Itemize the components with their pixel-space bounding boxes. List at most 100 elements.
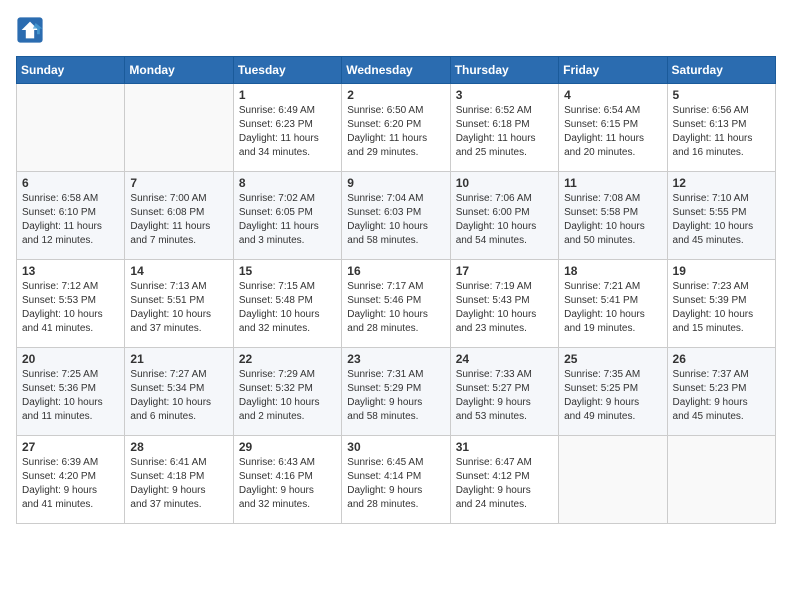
calendar-day-cell bbox=[559, 436, 667, 524]
day-number: 16 bbox=[347, 264, 444, 278]
day-detail: Sunrise: 7:00 AM Sunset: 6:08 PM Dayligh… bbox=[130, 192, 227, 248]
weekday-header: Saturday bbox=[667, 57, 775, 84]
day-detail: Sunrise: 7:17 AM Sunset: 5:46 PM Dayligh… bbox=[347, 280, 444, 336]
calendar-day-cell: 27 Sunrise: 6:39 AM Sunset: 4:20 PM Dayli… bbox=[17, 436, 125, 524]
day-number: 29 bbox=[239, 440, 336, 454]
day-number: 19 bbox=[673, 264, 770, 278]
day-detail: Sunrise: 6:39 AM Sunset: 4:20 PM Dayligh… bbox=[22, 456, 119, 512]
day-detail: Sunrise: 7:10 AM Sunset: 5:55 PM Dayligh… bbox=[673, 192, 770, 248]
day-detail: Sunrise: 7:31 AM Sunset: 5:29 PM Dayligh… bbox=[347, 368, 444, 424]
day-number: 6 bbox=[22, 176, 119, 190]
day-number: 7 bbox=[130, 176, 227, 190]
day-number: 30 bbox=[347, 440, 444, 454]
calendar-week-row: 6Sunrise: 6:58 AM Sunset: 6:10 PM Daylig… bbox=[17, 172, 776, 260]
day-detail: Sunrise: 7:29 AM Sunset: 5:32 PM Dayligh… bbox=[239, 368, 336, 424]
calendar-day-cell: 9 Sunrise: 7:04 AM Sunset: 6:03 PM Daylig… bbox=[342, 172, 450, 260]
day-detail: Sunrise: 6:43 AM Sunset: 4:16 PM Dayligh… bbox=[239, 456, 336, 512]
calendar-week-row: 1 Sunrise: 6:49 AM Sunset: 6:23 PM Daylig… bbox=[17, 84, 776, 172]
calendar-day-cell: 5 Sunrise: 6:56 AM Sunset: 6:13 PM Daylig… bbox=[667, 84, 775, 172]
day-number: 31 bbox=[456, 440, 553, 454]
calendar-day-cell: 14 Sunrise: 7:13 AM Sunset: 5:51 PM Dayli… bbox=[125, 260, 233, 348]
day-detail: Sunrise: 6:50 AM Sunset: 6:20 PM Dayligh… bbox=[347, 104, 444, 160]
calendar-week-row: 20 Sunrise: 7:25 AM Sunset: 5:36 PM Dayli… bbox=[17, 348, 776, 436]
page-header bbox=[16, 16, 776, 44]
calendar-day-cell: 31 Sunrise: 6:47 AM Sunset: 4:12 PM Dayli… bbox=[450, 436, 558, 524]
calendar-table: SundayMondayTuesdayWednesdayThursdayFrid… bbox=[16, 56, 776, 524]
day-detail: Sunrise: 7:06 AM Sunset: 6:00 PM Dayligh… bbox=[456, 192, 553, 248]
calendar-day-cell: 18 Sunrise: 7:21 AM Sunset: 5:41 PM Dayli… bbox=[559, 260, 667, 348]
day-detail: Sunrise: 7:25 AM Sunset: 5:36 PM Dayligh… bbox=[22, 368, 119, 424]
day-number: 9 bbox=[347, 176, 444, 190]
day-detail: Sunrise: 7:13 AM Sunset: 5:51 PM Dayligh… bbox=[130, 280, 227, 336]
day-detail: Sunrise: 6:45 AM Sunset: 4:14 PM Dayligh… bbox=[347, 456, 444, 512]
calendar-day-cell: 21Sunrise: 7:27 AM Sunset: 5:34 PM Dayli… bbox=[125, 348, 233, 436]
calendar-day-cell: 30 Sunrise: 6:45 AM Sunset: 4:14 PM Dayli… bbox=[342, 436, 450, 524]
day-number: 8 bbox=[239, 176, 336, 190]
calendar-day-cell: 29 Sunrise: 6:43 AM Sunset: 4:16 PM Dayli… bbox=[233, 436, 341, 524]
day-detail: Sunrise: 6:56 AM Sunset: 6:13 PM Dayligh… bbox=[673, 104, 770, 160]
weekday-header: Wednesday bbox=[342, 57, 450, 84]
weekday-header: Thursday bbox=[450, 57, 558, 84]
day-detail: Sunrise: 7:02 AM Sunset: 6:05 PM Dayligh… bbox=[239, 192, 336, 248]
day-number: 15 bbox=[239, 264, 336, 278]
day-detail: Sunrise: 6:52 AM Sunset: 6:18 PM Dayligh… bbox=[456, 104, 553, 160]
calendar-day-cell: 25 Sunrise: 7:35 AM Sunset: 5:25 PM Dayli… bbox=[559, 348, 667, 436]
day-number: 14 bbox=[130, 264, 227, 278]
weekday-header: Tuesday bbox=[233, 57, 341, 84]
calendar-day-cell bbox=[667, 436, 775, 524]
day-detail: Sunrise: 7:23 AM Sunset: 5:39 PM Dayligh… bbox=[673, 280, 770, 336]
day-number: 1 bbox=[239, 88, 336, 102]
day-detail: Sunrise: 7:15 AM Sunset: 5:48 PM Dayligh… bbox=[239, 280, 336, 336]
calendar-day-cell: 24Sunrise: 7:33 AM Sunset: 5:27 PM Dayli… bbox=[450, 348, 558, 436]
day-detail: Sunrise: 6:47 AM Sunset: 4:12 PM Dayligh… bbox=[456, 456, 553, 512]
calendar-day-cell: 22Sunrise: 7:29 AM Sunset: 5:32 PM Dayli… bbox=[233, 348, 341, 436]
day-number: 27 bbox=[22, 440, 119, 454]
calendar-day-cell: 20 Sunrise: 7:25 AM Sunset: 5:36 PM Dayli… bbox=[17, 348, 125, 436]
calendar-day-cell: 10Sunrise: 7:06 AM Sunset: 6:00 PM Dayli… bbox=[450, 172, 558, 260]
day-number: 3 bbox=[456, 88, 553, 102]
day-number: 12 bbox=[673, 176, 770, 190]
day-detail: Sunrise: 7:19 AM Sunset: 5:43 PM Dayligh… bbox=[456, 280, 553, 336]
calendar-day-cell: 16 Sunrise: 7:17 AM Sunset: 5:46 PM Dayli… bbox=[342, 260, 450, 348]
day-number: 17 bbox=[456, 264, 553, 278]
calendar-day-cell: 1 Sunrise: 6:49 AM Sunset: 6:23 PM Daylig… bbox=[233, 84, 341, 172]
weekday-header: Friday bbox=[559, 57, 667, 84]
day-number: 2 bbox=[347, 88, 444, 102]
calendar-day-cell: 19 Sunrise: 7:23 AM Sunset: 5:39 PM Dayli… bbox=[667, 260, 775, 348]
calendar-day-cell bbox=[17, 84, 125, 172]
day-number: 23 bbox=[347, 352, 444, 366]
calendar-day-cell: 4 Sunrise: 6:54 AM Sunset: 6:15 PM Daylig… bbox=[559, 84, 667, 172]
day-detail: Sunrise: 7:35 AM Sunset: 5:25 PM Dayligh… bbox=[564, 368, 661, 424]
calendar-day-cell: 12 Sunrise: 7:10 AM Sunset: 5:55 PM Dayli… bbox=[667, 172, 775, 260]
weekday-header-row: SundayMondayTuesdayWednesdayThursdayFrid… bbox=[17, 57, 776, 84]
day-detail: Sunrise: 7:04 AM Sunset: 6:03 PM Dayligh… bbox=[347, 192, 444, 248]
day-number: 13 bbox=[22, 264, 119, 278]
calendar-day-cell: 15 Sunrise: 7:15 AM Sunset: 5:48 PM Dayli… bbox=[233, 260, 341, 348]
calendar-day-cell: 7 Sunrise: 7:00 AM Sunset: 6:08 PM Daylig… bbox=[125, 172, 233, 260]
calendar-week-row: 13Sunrise: 7:12 AM Sunset: 5:53 PM Dayli… bbox=[17, 260, 776, 348]
day-number: 25 bbox=[564, 352, 661, 366]
logo-icon bbox=[16, 16, 44, 44]
calendar-day-cell: 26Sunrise: 7:37 AM Sunset: 5:23 PM Dayli… bbox=[667, 348, 775, 436]
day-detail: Sunrise: 6:49 AM Sunset: 6:23 PM Dayligh… bbox=[239, 104, 336, 160]
calendar-day-cell bbox=[125, 84, 233, 172]
calendar-day-cell: 2 Sunrise: 6:50 AM Sunset: 6:20 PM Daylig… bbox=[342, 84, 450, 172]
day-detail: Sunrise: 6:54 AM Sunset: 6:15 PM Dayligh… bbox=[564, 104, 661, 160]
day-detail: Sunrise: 7:37 AM Sunset: 5:23 PM Dayligh… bbox=[673, 368, 770, 424]
day-detail: Sunrise: 7:21 AM Sunset: 5:41 PM Dayligh… bbox=[564, 280, 661, 336]
day-detail: Sunrise: 6:41 AM Sunset: 4:18 PM Dayligh… bbox=[130, 456, 227, 512]
calendar-day-cell: 3 Sunrise: 6:52 AM Sunset: 6:18 PM Daylig… bbox=[450, 84, 558, 172]
day-number: 4 bbox=[564, 88, 661, 102]
day-number: 18 bbox=[564, 264, 661, 278]
day-number: 5 bbox=[673, 88, 770, 102]
logo bbox=[16, 16, 48, 44]
calendar-day-cell: 28Sunrise: 6:41 AM Sunset: 4:18 PM Dayli… bbox=[125, 436, 233, 524]
calendar-day-cell: 11Sunrise: 7:08 AM Sunset: 5:58 PM Dayli… bbox=[559, 172, 667, 260]
calendar-day-cell: 13Sunrise: 7:12 AM Sunset: 5:53 PM Dayli… bbox=[17, 260, 125, 348]
day-number: 11 bbox=[564, 176, 661, 190]
calendar-day-cell: 23 Sunrise: 7:31 AM Sunset: 5:29 PM Dayli… bbox=[342, 348, 450, 436]
weekday-header: Sunday bbox=[17, 57, 125, 84]
day-detail: Sunrise: 7:27 AM Sunset: 5:34 PM Dayligh… bbox=[130, 368, 227, 424]
day-number: 20 bbox=[22, 352, 119, 366]
calendar-day-cell: 17 Sunrise: 7:19 AM Sunset: 5:43 PM Dayli… bbox=[450, 260, 558, 348]
